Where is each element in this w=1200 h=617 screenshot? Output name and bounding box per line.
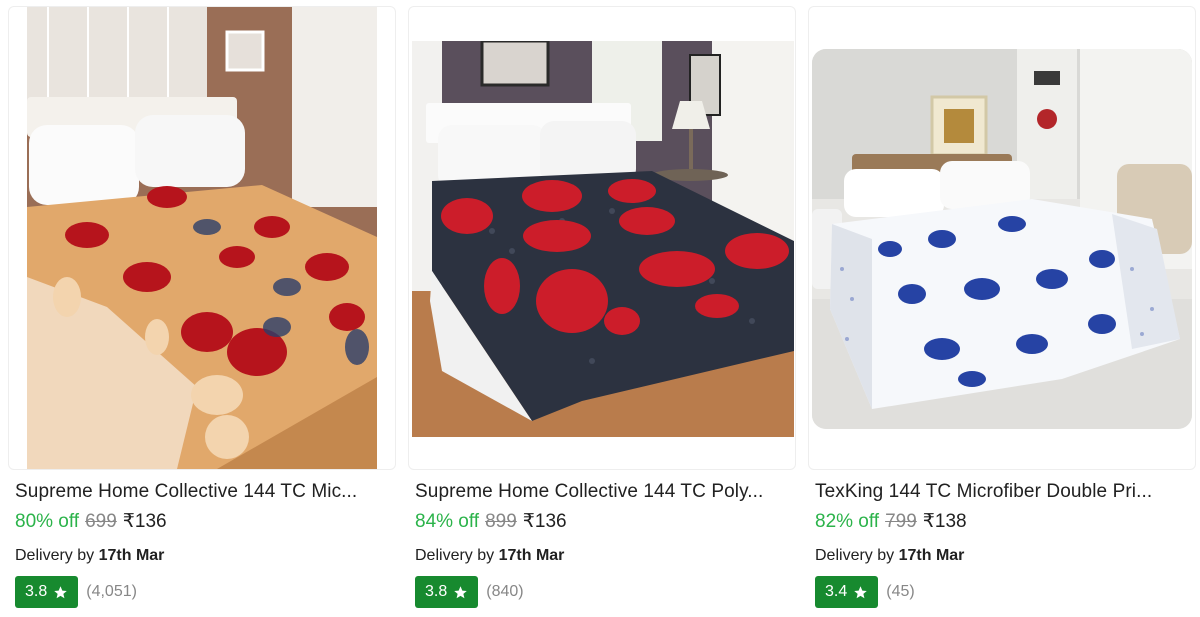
star-icon: [54, 585, 67, 598]
product-grid: Supreme Home Collective 144 TC Mic... 80…: [0, 0, 1200, 617]
product-image[interactable]: [412, 41, 794, 437]
delivery-prefix: Delivery by: [815, 547, 895, 564]
original-price: 899: [485, 511, 517, 532]
price-row: 82% off 799 ₹138: [815, 510, 967, 534]
rating-badge: 3.4: [815, 576, 879, 608]
discount-label: 84% off: [415, 511, 480, 532]
product-image-frame[interactable]: [8, 6, 396, 470]
selling-price: ₹136: [122, 511, 167, 532]
rating-count: (4,051): [86, 583, 137, 600]
rating-row: 3.8 (4,051): [15, 576, 137, 608]
product-card[interactable]: Supreme Home Collective 144 TC Mic... 80…: [8, 0, 398, 617]
delivery-info: Delivery by 17th Mar: [15, 546, 164, 566]
price-row: 84% off 899 ₹136: [415, 510, 567, 534]
product-image-frame[interactable]: [408, 6, 796, 470]
product-image[interactable]: [27, 7, 377, 469]
delivery-prefix: Delivery by: [15, 547, 95, 564]
product-title[interactable]: Supreme Home Collective 144 TC Poly...: [415, 480, 787, 504]
delivery-date: 17th Mar: [98, 547, 165, 564]
rating-row: 3.8 (840): [415, 576, 524, 608]
delivery-info: Delivery by 17th Mar: [815, 546, 964, 566]
rating-row: 3.4 (45): [815, 576, 915, 608]
discount-label: 80% off: [15, 511, 80, 532]
product-image-frame[interactable]: [808, 6, 1196, 470]
rating-value: 3.8: [25, 583, 48, 600]
original-price: 699: [85, 511, 117, 532]
delivery-date: 17th Mar: [898, 547, 965, 564]
rating-count: (840): [486, 583, 524, 600]
selling-price: ₹136: [522, 511, 567, 532]
product-card[interactable]: TexKing 144 TC Microfiber Double Pri... …: [808, 0, 1198, 617]
rating-value: 3.4: [825, 583, 848, 600]
rating-value: 3.8: [425, 583, 448, 600]
product-card[interactable]: Supreme Home Collective 144 TC Poly... 8…: [408, 0, 798, 617]
product-title[interactable]: TexKing 144 TC Microfiber Double Pri...: [815, 480, 1187, 504]
original-price: 799: [885, 511, 917, 532]
rating-badge: 3.8: [415, 576, 479, 608]
discount-label: 82% off: [815, 511, 880, 532]
rating-badge: 3.8: [15, 576, 79, 608]
product-title[interactable]: Supreme Home Collective 144 TC Mic...: [15, 480, 387, 504]
product-image[interactable]: [812, 49, 1192, 429]
rating-count: (45): [886, 583, 915, 600]
selling-price: ₹138: [922, 511, 967, 532]
price-row: 80% off 699 ₹136: [15, 510, 167, 534]
delivery-info: Delivery by 17th Mar: [415, 546, 564, 566]
star-icon: [854, 585, 867, 598]
delivery-date: 17th Mar: [498, 547, 565, 564]
delivery-prefix: Delivery by: [415, 547, 495, 564]
star-icon: [454, 585, 467, 598]
